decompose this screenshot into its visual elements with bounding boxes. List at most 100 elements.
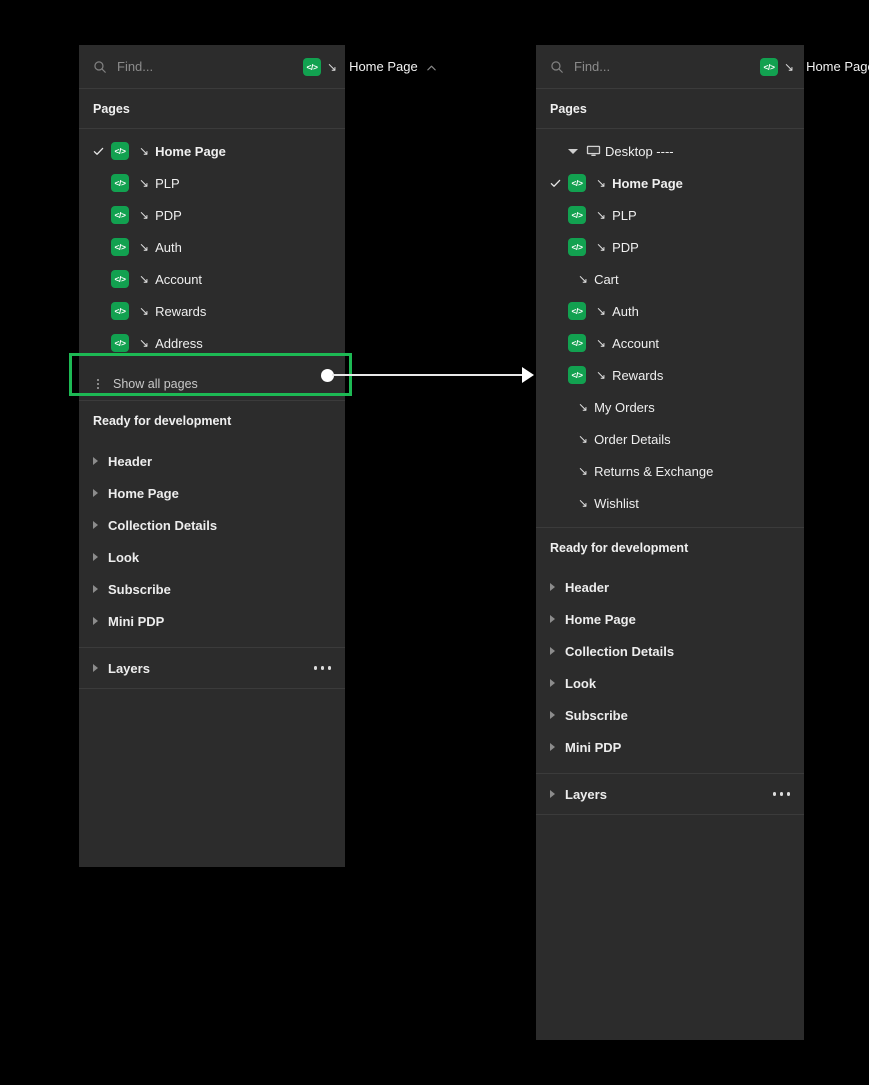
page-list-item[interactable]: ↘ My Orders	[536, 391, 804, 423]
dev-section-item[interactable]: Header	[79, 445, 345, 477]
code-icon: </>	[111, 174, 139, 192]
dev-section-item-label: Home Page	[108, 485, 179, 501]
caret-right-icon[interactable]	[93, 489, 98, 497]
page-list-item[interactable]: </> ↘ PDP	[536, 231, 804, 263]
dev-section-item[interactable]: Look	[536, 667, 804, 699]
page-list-item[interactable]: </> ↘ PLP	[79, 167, 345, 199]
search-input[interactable]	[572, 59, 752, 74]
caret-right-icon[interactable]	[550, 743, 555, 751]
page-arrow-icon: ↘	[596, 240, 607, 254]
page-list-item-label: Wishlist	[594, 495, 639, 511]
page-list-item-label: My Orders	[594, 399, 655, 415]
dev-section-item-label: Header	[565, 579, 610, 595]
caret-right-icon	[550, 790, 555, 798]
current-page-indicator[interactable]: </> ↘ Home Page	[303, 57, 418, 76]
page-arrow-icon: ↘	[578, 496, 589, 510]
layers-bar[interactable]: Layers	[79, 647, 345, 689]
pages-section-title: Pages	[79, 89, 345, 129]
caret-right-icon[interactable]	[93, 457, 98, 465]
page-list-item-label: Order Details	[594, 431, 671, 447]
search-icon	[550, 60, 564, 74]
page-list-item[interactable]: ↘ Returns & Exchange	[536, 455, 804, 487]
layers-bar[interactable]: Layers	[536, 773, 804, 815]
page-list-item[interactable]: </> ↘ Home Page	[79, 135, 345, 167]
page-arrow-icon: ↘	[578, 272, 589, 286]
page-list-item[interactable]: </> ↘ Auth	[536, 295, 804, 327]
dev-section-item-label: Subscribe	[565, 707, 628, 723]
page-list-item[interactable]: </> ↘ Auth	[79, 231, 345, 263]
page-list-item[interactable]: </> ↘ Account	[536, 327, 804, 359]
dev-section-item[interactable]: Header	[536, 571, 804, 603]
pages-panel-expanded: </> ↘ Home Page Pages	[536, 45, 869, 1040]
dev-section-item[interactable]: Look	[79, 541, 345, 573]
caret-right-icon[interactable]	[550, 583, 555, 591]
code-icon: </>	[568, 334, 596, 352]
code-icon: </>	[111, 270, 139, 288]
dev-section-item-label: Look	[565, 675, 597, 691]
page-list-item[interactable]: </> ↘ Address	[79, 327, 345, 359]
layers-label: Layers	[565, 786, 607, 802]
show-all-pages-row[interactable]: Show all pages	[79, 367, 345, 401]
page-list-item[interactable]: </> ↘ PDP	[79, 199, 345, 231]
page-list-item[interactable]: </> ↘ Rewards	[79, 295, 345, 327]
dev-section-item-label: Collection Details	[108, 517, 218, 533]
monitor-icon	[586, 145, 601, 157]
ready-for-development-list: Header Home Page Collection Details Look Sub…	[536, 567, 804, 773]
drag-handle-icon[interactable]	[93, 378, 103, 389]
more-options-icon[interactable]	[772, 792, 790, 796]
pages-list: </> ↘ Home Page </> ↘ PLP </> ↘ PDP </> ↘ Auth </> ↘ A…	[79, 129, 345, 367]
page-arrow-icon: ↘	[327, 59, 338, 74]
code-icon: </>	[568, 206, 596, 224]
dev-section-item[interactable]: Subscribe	[79, 573, 345, 605]
page-list-item[interactable]: </> ↘ PLP	[536, 199, 804, 231]
search-icon	[93, 60, 107, 74]
code-icon: </>	[111, 334, 139, 352]
dev-section-item[interactable]: Home Page	[79, 477, 345, 509]
page-list-item[interactable]: </> ↘ Rewards	[536, 359, 804, 391]
dev-section-item[interactable]: Collection Details	[79, 509, 345, 541]
page-arrow-icon: ↘	[578, 400, 589, 414]
dev-section-item[interactable]: Collection Details	[536, 635, 804, 667]
triangle-down-icon[interactable]	[568, 148, 578, 154]
page-list-item[interactable]: ↘ Cart	[536, 263, 804, 295]
page-list-item[interactable]: ↘ Wishlist	[536, 487, 804, 519]
dev-section-item-label: Look	[108, 549, 140, 565]
caret-right-icon[interactable]	[93, 521, 98, 529]
page-arrow-icon: ↘	[139, 144, 150, 158]
caret-right-icon[interactable]	[93, 585, 98, 593]
dev-section-item-label: Collection Details	[565, 643, 675, 659]
caret-right-icon[interactable]	[93, 617, 98, 625]
page-group-desktop[interactable]: Desktop ----	[536, 135, 804, 167]
current-page-indicator[interactable]: </> ↘ Home Page	[760, 57, 869, 76]
page-arrow-icon: ↘	[139, 272, 150, 286]
pages-list: Desktop ---- </> ↘ Home Page </> ↘ PLP </> ↘ PDP…	[536, 129, 804, 527]
page-list-item[interactable]: ↘ Order Details	[536, 423, 804, 455]
chevron-up-icon[interactable]	[426, 61, 437, 72]
check-icon	[550, 178, 568, 189]
caret-right-icon	[93, 664, 98, 672]
code-icon: </>	[111, 206, 139, 224]
page-list-item[interactable]: </> ↘ Home Page	[536, 167, 804, 199]
page-list-item-label: Account	[612, 335, 660, 351]
caret-right-icon[interactable]	[550, 711, 555, 719]
caret-right-icon[interactable]	[550, 679, 555, 687]
dev-section-item[interactable]: Mini PDP	[79, 605, 345, 637]
page-arrow-icon: ↘	[596, 208, 607, 222]
code-icon: </>	[568, 238, 596, 256]
page-list-item-label: Auth	[155, 239, 182, 255]
dev-section-item[interactable]: Subscribe	[536, 699, 804, 731]
dev-section-item[interactable]: Mini PDP	[536, 731, 804, 763]
annotation-connector-line	[332, 374, 530, 376]
page-list-item[interactable]: </> ↘ Account	[79, 263, 345, 295]
ready-for-development-title: Ready for development	[93, 414, 232, 428]
search-input[interactable]	[115, 59, 295, 74]
caret-right-icon[interactable]	[550, 615, 555, 623]
code-icon: </>	[568, 302, 596, 320]
more-options-icon[interactable]	[313, 666, 331, 670]
page-list-item-label: Returns & Exchange	[594, 463, 714, 479]
caret-right-icon[interactable]	[93, 553, 98, 561]
code-icon: </>	[760, 57, 778, 76]
caret-right-icon[interactable]	[550, 647, 555, 655]
dev-section-item[interactable]: Home Page	[536, 603, 804, 635]
page-list-item-label: PLP	[155, 175, 180, 191]
